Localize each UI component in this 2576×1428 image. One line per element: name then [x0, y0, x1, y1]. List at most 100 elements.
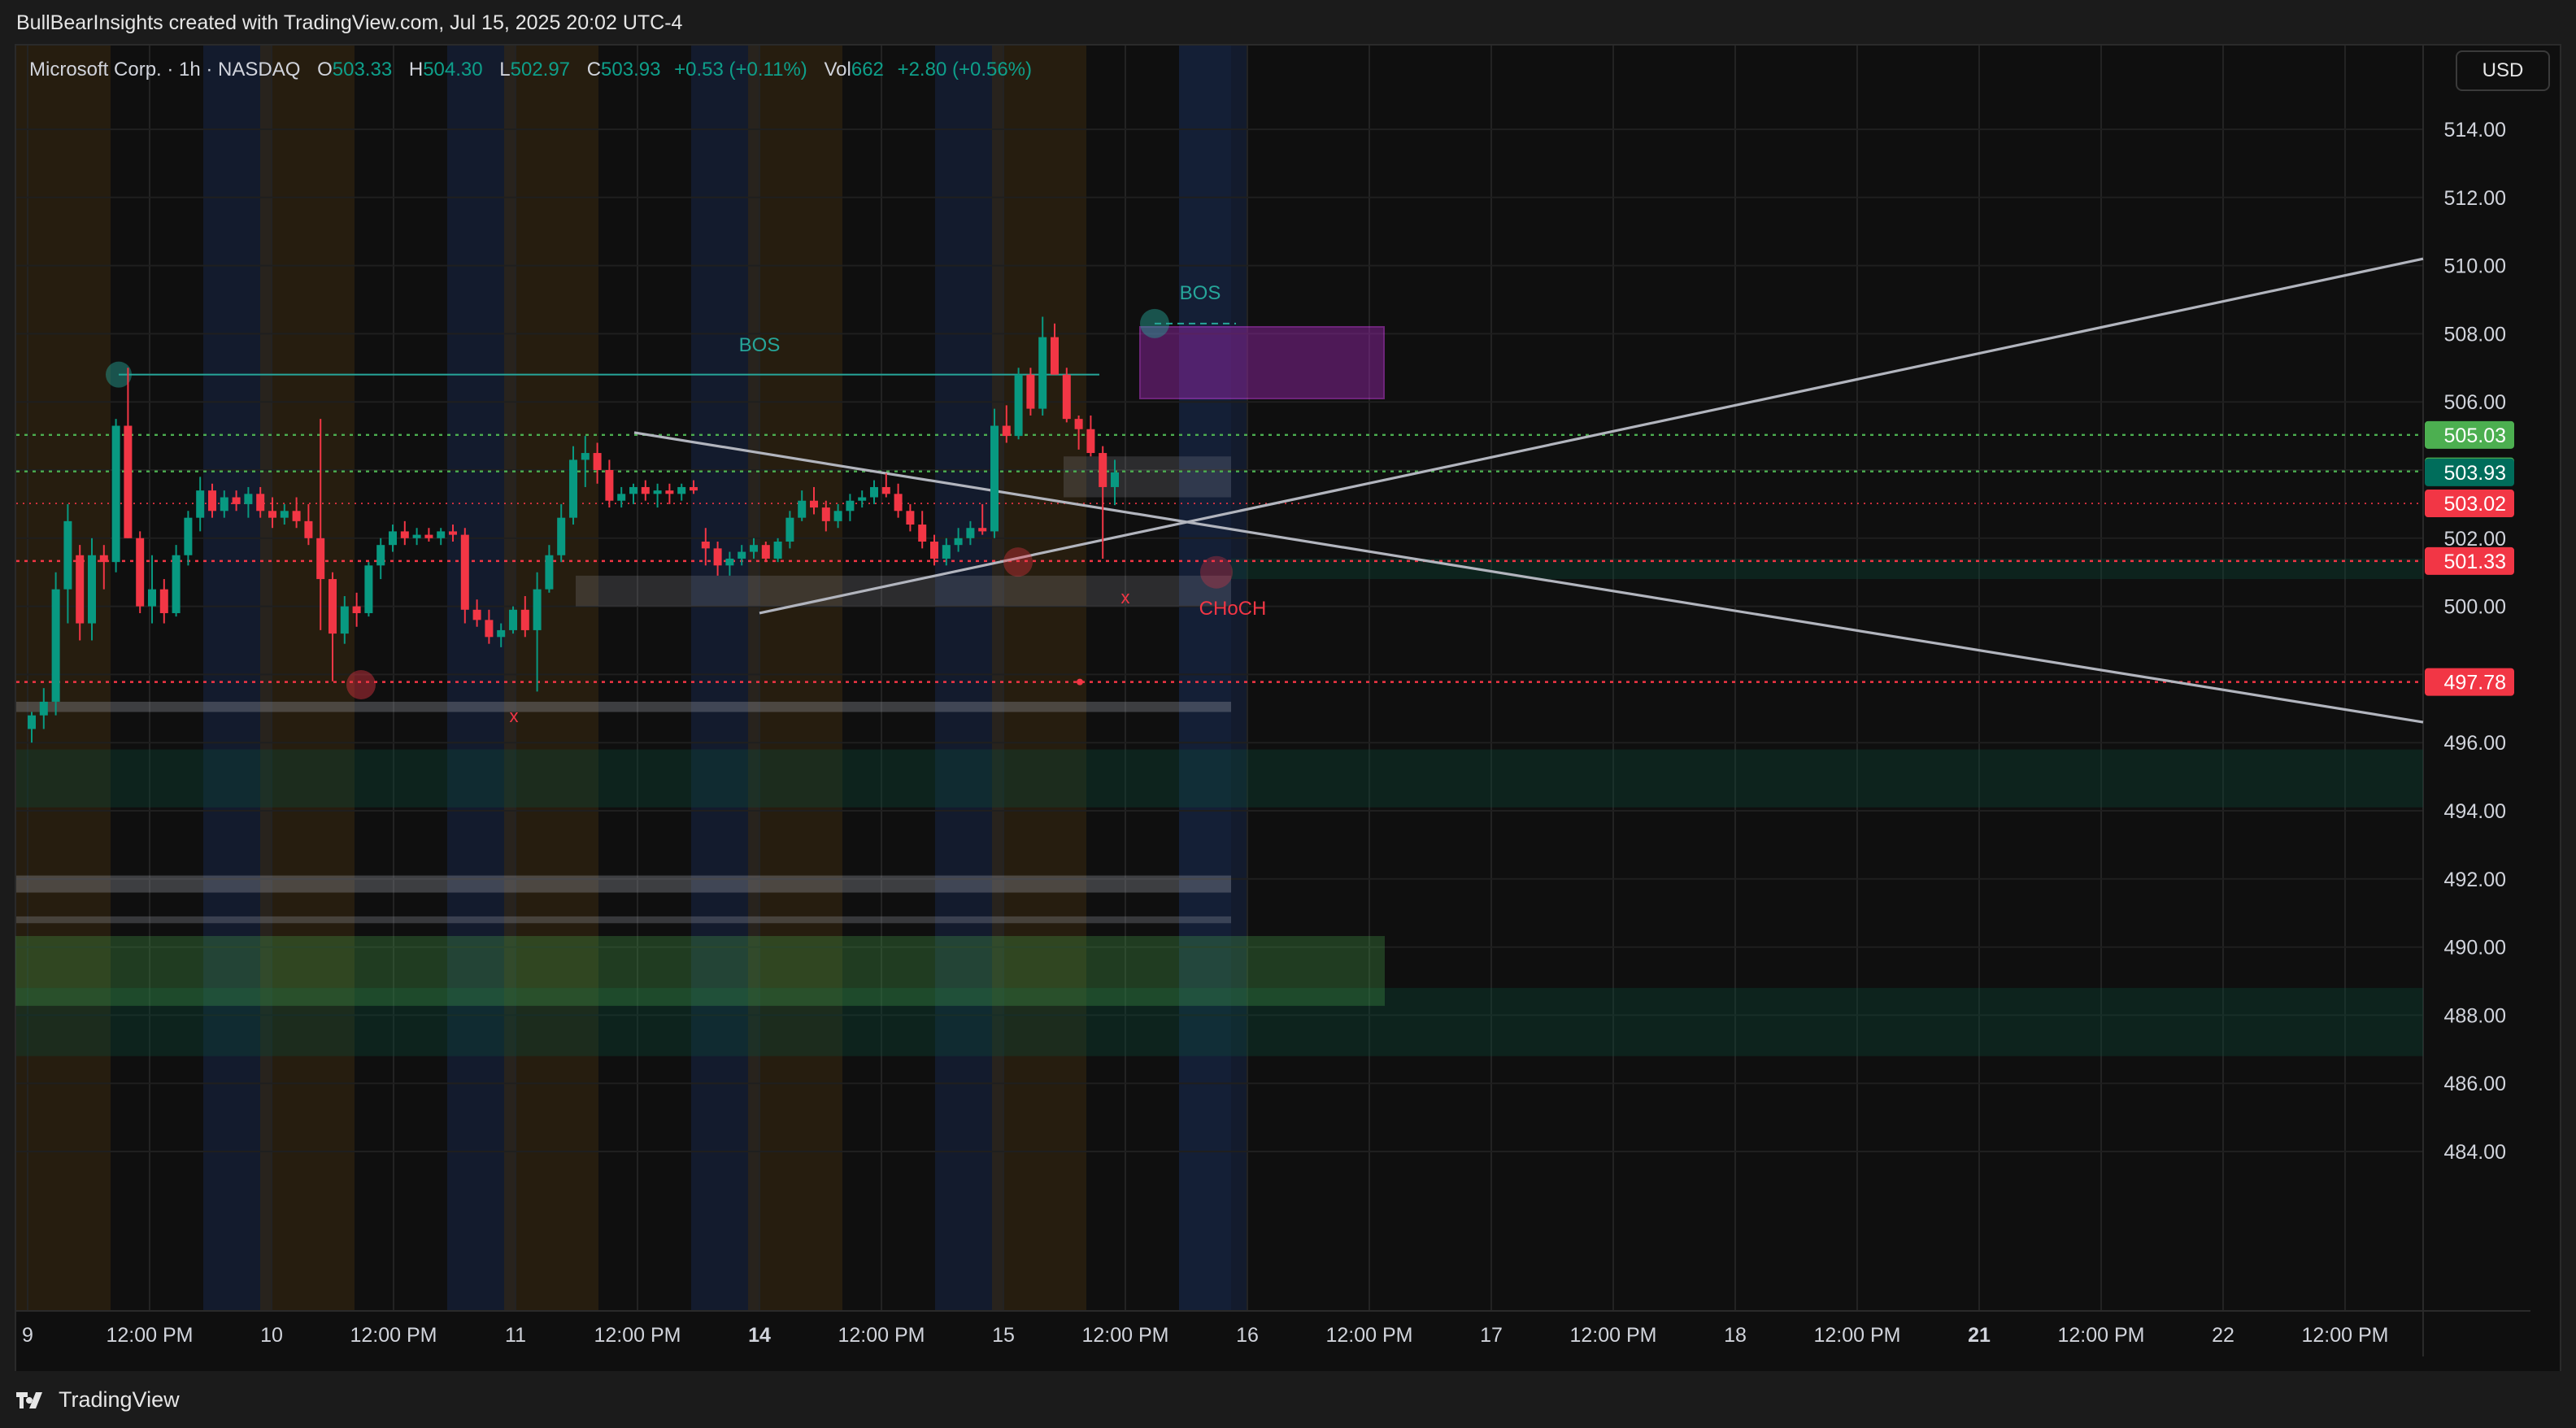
- candle-body: [821, 507, 830, 521]
- candle-body: [256, 494, 265, 512]
- price-axis-label-text: 503.02: [2444, 493, 2506, 516]
- price-axis-label-text: 501.33: [2444, 551, 2506, 573]
- time-tick: 12:00 PM: [106, 1324, 193, 1347]
- candle-body: [304, 520, 313, 538]
- candle-body: [761, 545, 770, 559]
- candle-body: [581, 453, 590, 460]
- candle-body: [208, 490, 216, 512]
- volume-value: 662: [851, 59, 884, 81]
- structure-label: BOS: [739, 334, 781, 356]
- symbol-name: Microsoft Corp. · 1h · NASDAQ: [29, 59, 301, 81]
- high-value: 504.30: [423, 59, 483, 81]
- candle-body: [136, 538, 145, 607]
- time-tick: 15: [992, 1324, 1015, 1347]
- candle-body: [785, 517, 794, 542]
- premarket-band: [992, 46, 1086, 1311]
- candle-body: [316, 538, 325, 580]
- candle-body: [701, 541, 710, 549]
- time-tick: 12:00 PM: [2057, 1324, 2144, 1347]
- gray-zone: [16, 875, 1231, 893]
- candle-body: [424, 534, 433, 538]
- premarket-band: [16, 46, 111, 1311]
- time-tick: 12:00 PM: [1325, 1324, 1412, 1347]
- candle-body: [196, 490, 205, 518]
- candle-body: [629, 486, 637, 494]
- candle-body: [738, 551, 746, 559]
- time-tick: 17: [1480, 1324, 1503, 1347]
- candle-body: [39, 701, 48, 716]
- candle-body: [400, 531, 409, 538]
- candle-body: [1038, 337, 1047, 409]
- swing-low-marker: [1003, 547, 1033, 577]
- time-tick: 12:00 PM: [1813, 1324, 1900, 1347]
- close-value: 503.93: [601, 59, 661, 81]
- time-tick: 10: [260, 1324, 283, 1347]
- structure-label: x: [1121, 587, 1130, 607]
- swing-low-marker: [346, 669, 376, 699]
- candle-body: [292, 511, 301, 521]
- candle-body: [1099, 453, 1107, 487]
- candle-body: [520, 609, 529, 630]
- candle-body: [63, 520, 72, 590]
- swing-low-marker: [1200, 555, 1233, 589]
- price-tick: 500.00: [2444, 596, 2506, 619]
- candle-body: [244, 494, 253, 504]
- candle-body: [412, 534, 421, 538]
- candle-body: [713, 548, 722, 566]
- high-label: H: [408, 59, 424, 81]
- candle-body: [665, 490, 674, 494]
- candle-body: [858, 497, 867, 501]
- price-tick: 492.00: [2444, 869, 2506, 891]
- candle-body: [677, 486, 686, 494]
- session-bands: [16, 46, 1247, 1311]
- low-label: L: [499, 59, 511, 81]
- candle-body: [51, 589, 60, 702]
- footer: TradingView: [0, 1371, 2576, 1428]
- price-tick: 486.00: [2444, 1073, 2506, 1095]
- candle-body: [690, 486, 698, 491]
- candle-body: [918, 525, 927, 542]
- candle-body: [460, 534, 469, 610]
- candle-body: [509, 609, 517, 630]
- candle-body: [617, 494, 626, 501]
- candle-body: [472, 609, 481, 620]
- price-labels: 505.03503.96503.93503.02501.33497.78: [2425, 420, 2514, 696]
- price-tick: 488.00: [2444, 1004, 2506, 1027]
- currency-button[interactable]: USD: [2456, 50, 2550, 91]
- time-axis: 9 12:00 PM 10 12:00 PM 11 12:00 PM 14 12:00 PM 1…: [22, 1324, 2388, 1347]
- close-label: C: [586, 59, 602, 81]
- tradingview-logo-icon: [16, 1391, 42, 1408]
- price-tick: 484.00: [2444, 1141, 2506, 1164]
- candle-body: [124, 425, 133, 538]
- candle-body: [990, 425, 999, 532]
- candle-body: [364, 565, 373, 613]
- candle-body: [449, 531, 457, 535]
- tradingview-brand[interactable]: TradingView: [16, 1387, 180, 1413]
- candle-body: [810, 500, 818, 508]
- candle-body: [906, 511, 915, 525]
- premarket-band: [260, 46, 355, 1311]
- candle-body: [28, 715, 36, 729]
- time-tick: 12:00 PM: [594, 1324, 681, 1347]
- candle-body: [966, 528, 975, 538]
- grid-lines: [16, 46, 2530, 1356]
- candle-body: [376, 545, 385, 566]
- candle-body: [99, 555, 108, 563]
- swing-high-marker: [1140, 308, 1169, 338]
- candle-body: [437, 531, 446, 538]
- price-chart[interactable]: BOS BOS CHoCH x x 514.00 512.00 510.00 508.00 50…: [0, 0, 2576, 1428]
- candle-body: [533, 589, 542, 630]
- time-tick: 11: [505, 1324, 526, 1347]
- price-tick: 512.00: [2444, 187, 2506, 210]
- candle-body: [798, 500, 807, 518]
- low-value: 502.97: [510, 59, 571, 81]
- price-axis-label-text: 505.03: [2444, 424, 2506, 447]
- gray-zone: [1064, 456, 1231, 498]
- candle-body: [894, 494, 903, 512]
- candle-body: [593, 453, 602, 470]
- price-tick: 506.00: [2444, 391, 2506, 414]
- candle-body: [1062, 374, 1071, 420]
- candle-body: [148, 589, 156, 607]
- candle-body: [1086, 429, 1095, 454]
- price-axis: 514.00 512.00 510.00 508.00 506.00 502.00 500.…: [2444, 119, 2506, 1164]
